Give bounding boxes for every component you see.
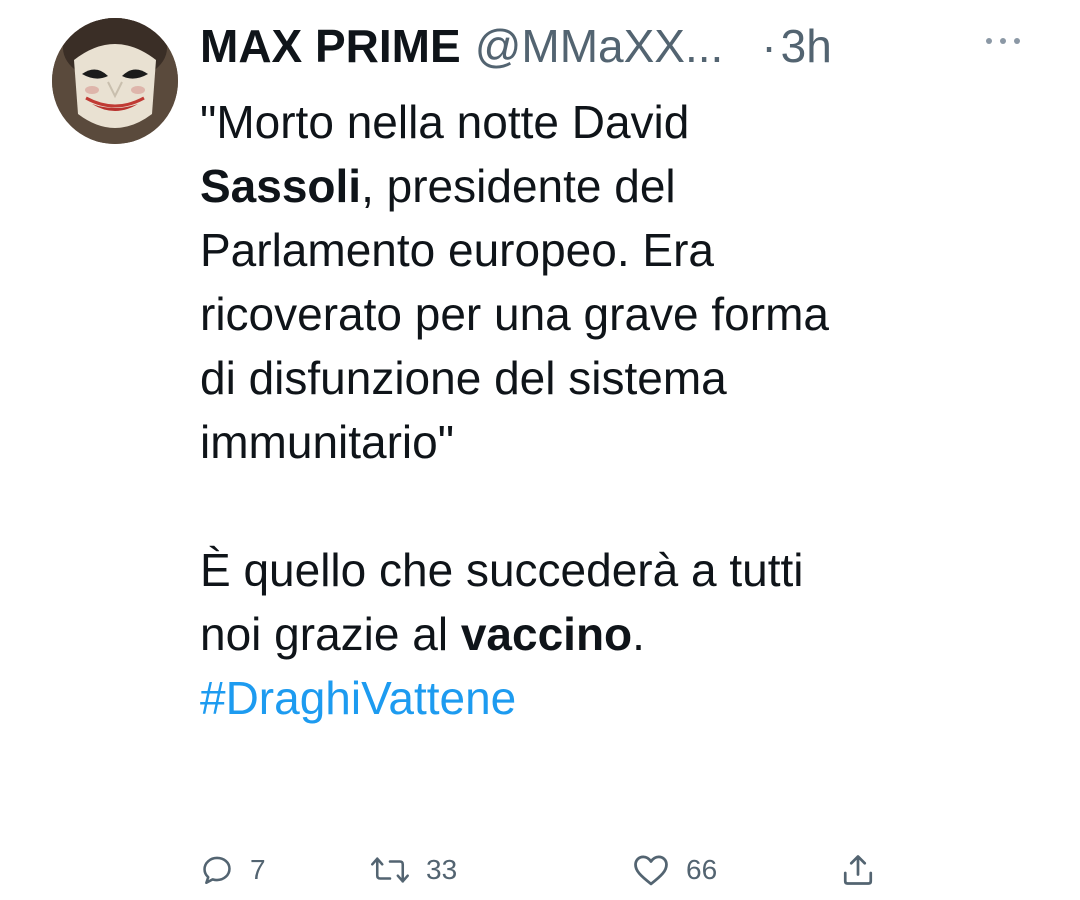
share-button[interactable] (840, 848, 876, 892)
like-count: 66 (686, 854, 718, 885)
display-name[interactable]: MAX PRIME (200, 16, 461, 76)
body-line: "Morto nella notte David (200, 90, 1040, 154)
body-text: , presidente del (361, 160, 676, 212)
body-line: #DraghiVattene (200, 666, 1040, 730)
body-text: ricoverato per una grave forma (200, 288, 829, 340)
body-line: di disfunzione del sistema (200, 346, 1040, 410)
tweet: MAX PRIME @MMaXX... · 3h "Morto nella no… (0, 0, 1080, 900)
avatar[interactable] (52, 18, 178, 144)
heart-icon (634, 855, 668, 886)
body-text: noi grazie al (200, 608, 461, 660)
body-line: ricoverato per una grave forma (200, 282, 1040, 346)
body-text: . (632, 608, 645, 660)
bold-text: vaccino (460, 608, 633, 660)
masked-face-avatar-icon (52, 18, 178, 144)
user-handle[interactable]: @MMaXX... (475, 16, 724, 76)
tweet-header: MAX PRIME @MMaXX... · 3h (200, 16, 1030, 76)
bold-text: Sassoli (200, 160, 362, 212)
body-line: Sassoli, presidente del (200, 154, 1040, 218)
action-bar: 7 33 66 (200, 848, 920, 892)
body-text: Parlamento europeo. Era (200, 224, 714, 276)
tweet-body: "Morto nella notte David Sassoli, presid… (200, 90, 1040, 730)
reply-icon (203, 856, 231, 885)
body-line: immunitario" (200, 410, 1040, 474)
body-line: noi grazie al vaccino. (200, 602, 1040, 666)
body-line: Parlamento europeo. Era (200, 218, 1040, 282)
more-dots-icon[interactable] (986, 36, 1020, 46)
body-text: "Morto nella notte David (200, 96, 690, 148)
separator-dot: · (761, 20, 777, 72)
reply-button[interactable]: 7 (200, 848, 266, 892)
hashtag-link[interactable]: #DraghiVattene (200, 672, 516, 724)
retweet-button[interactable]: 33 (370, 848, 457, 892)
reply-count: 7 (250, 854, 266, 885)
body-text: immunitario" (200, 416, 455, 468)
body-text: È quello che succederà a tutti (200, 544, 804, 596)
share-icon (843, 855, 873, 885)
retweet-count: 33 (426, 854, 458, 885)
like-button[interactable]: 66 (632, 848, 717, 892)
timestamp[interactable]: 3h (781, 16, 832, 76)
retweet-icon (371, 857, 409, 883)
body-line: È quello che succederà a tutti (200, 538, 1040, 602)
body-text: di disfunzione del sistema (200, 352, 727, 404)
